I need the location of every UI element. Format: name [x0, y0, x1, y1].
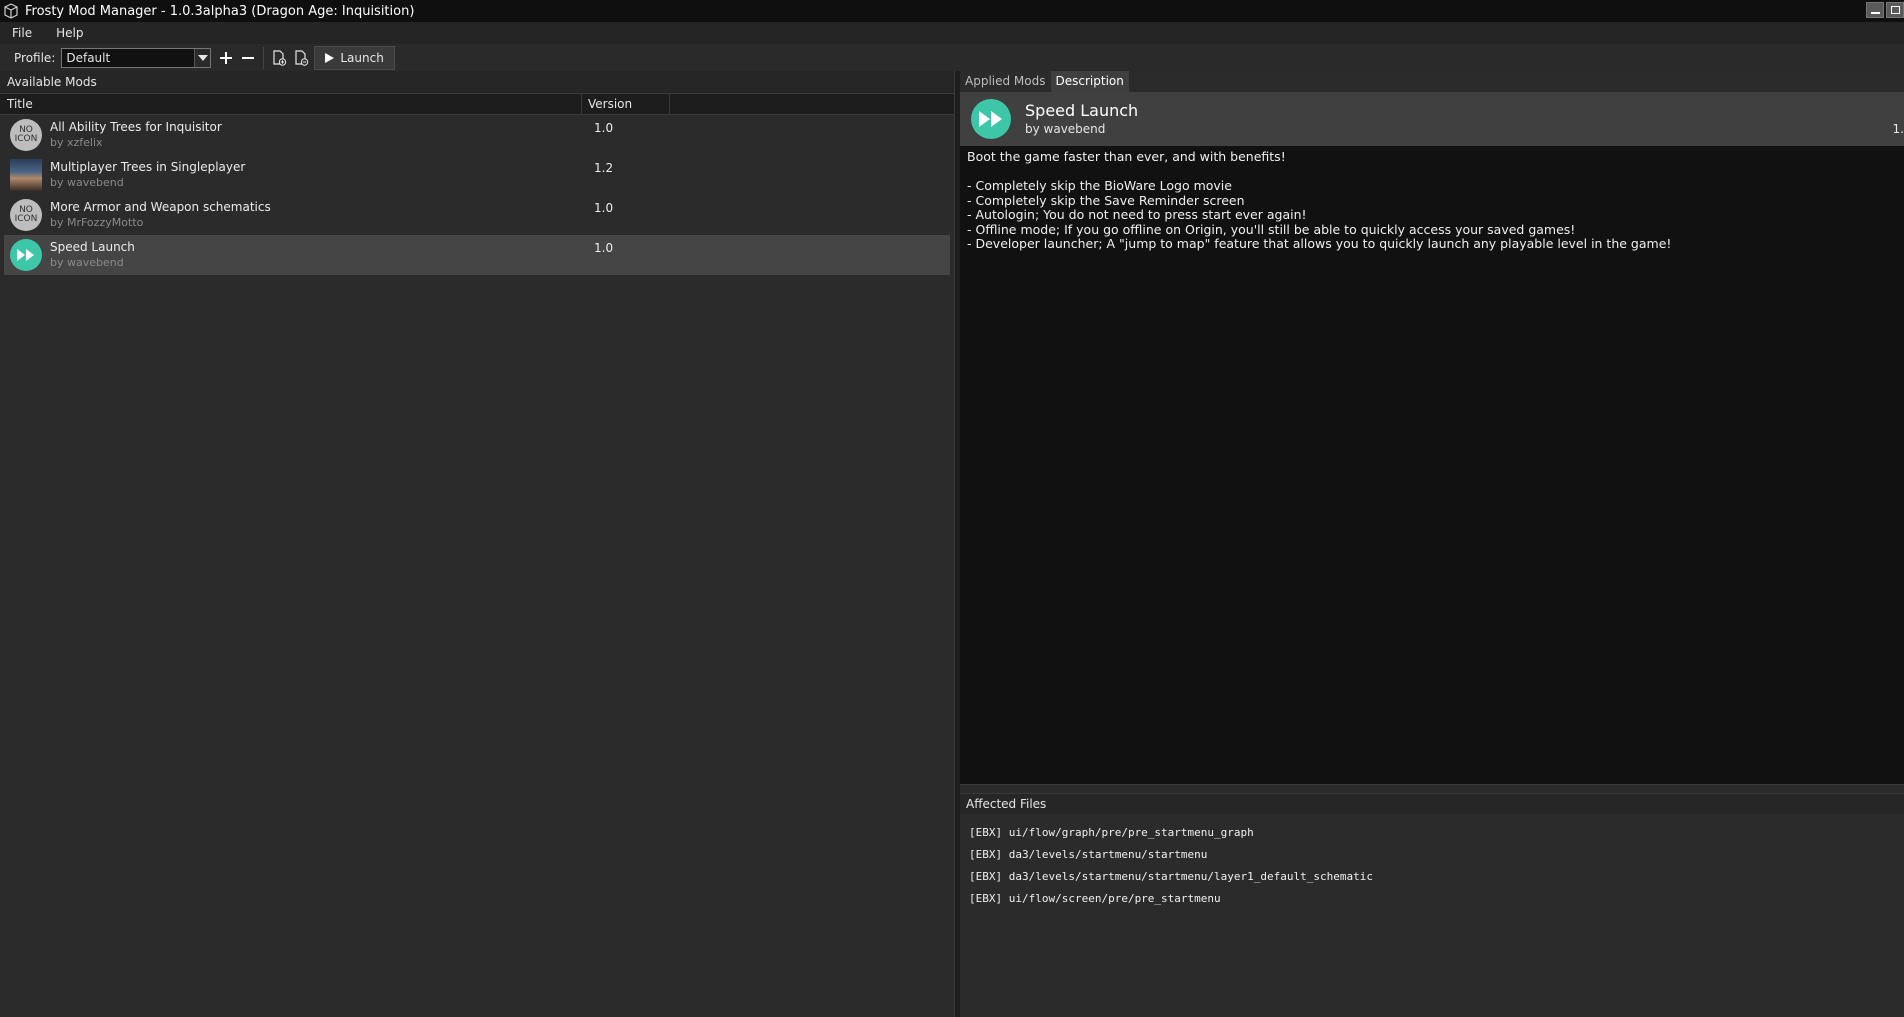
mod-info: Speed Launch by wavebend — [50, 240, 582, 270]
affected-files-header: Affected Files — [960, 793, 1904, 814]
mod-title: All Ability Trees for Inquisitor — [50, 120, 222, 134]
mod-thumbnail-icon — [10, 159, 42, 191]
mod-row[interactable]: NO ICON More Armor and Weapon schematics … — [4, 195, 950, 235]
tab-description[interactable]: Description — [1050, 71, 1129, 92]
mod-version: 1.0 — [594, 201, 614, 215]
available-mods-panel: Available Mods Title Version NO ICON All … — [0, 71, 955, 1017]
plus-icon — [220, 51, 233, 64]
restore-icon — [1890, 6, 1900, 14]
mods-table-header: Title Version — [0, 93, 954, 115]
available-mods-header: Available Mods — [0, 71, 954, 93]
file-add-icon — [273, 49, 287, 66]
description-line: - Completely skip the Save Reminder scre… — [967, 192, 1245, 208]
remove-mod-button[interactable] — [290, 47, 312, 69]
mod-title: More Armor and Weapon schematics — [50, 200, 271, 214]
profile-value: Default — [66, 50, 111, 65]
tab-applied-mods[interactable]: Applied Mods — [960, 71, 1051, 92]
fast-forward-icon — [10, 239, 42, 271]
mod-row[interactable]: Multiplayer Trees in Singleplayer by wav… — [4, 155, 950, 195]
description-line: - Completely skip the BioWare Logo movie — [967, 178, 1232, 193]
mod-author: by wavebend — [50, 256, 124, 269]
window-title: Frosty Mod Manager - 1.0.3alpha3 (Dragon… — [25, 3, 415, 19]
affected-file-item: [EBX] ui/flow/screen/pre/pre_startmenu — [969, 892, 1221, 905]
minimize-icon — [1870, 12, 1880, 14]
minimize-button[interactable] — [1866, 2, 1884, 18]
title-bar: Frosty Mod Manager - 1.0.3alpha3 (Dragon… — [0, 0, 1904, 22]
description-title-block: Speed Launch by wavebend — [1025, 101, 1138, 137]
description-line: - Developer launcher; A "jump to map" fe… — [967, 236, 1672, 251]
launch-label: Launch — [340, 50, 384, 65]
no-icon-placeholder: NO ICON — [10, 119, 42, 151]
fast-forward-icon — [971, 99, 1011, 139]
column-version[interactable]: Version — [582, 94, 670, 114]
file-remove-icon — [295, 49, 309, 66]
affected-files-list: [EBX] ui/flow/graph/pre/pre_startmenu_gr… — [960, 814, 1904, 918]
mod-author: by wavebend — [50, 176, 124, 189]
mod-info: Multiplayer Trees in Singleplayer by wav… — [50, 160, 582, 190]
mods-list: NO ICON All Ability Trees for Inquisitor … — [0, 115, 954, 275]
mod-version: 1.0 — [594, 121, 614, 135]
description-line: - Offline mode; If you go offline on Ori… — [967, 221, 1576, 237]
mod-author: by MrFozzyMotto — [50, 216, 144, 229]
menu-bar: File Help — [0, 22, 1904, 44]
launch-button[interactable]: Launch — [314, 45, 395, 70]
column-title[interactable]: Title — [0, 94, 582, 114]
details-tabs: Applied Mods Description — [960, 71, 1904, 92]
minus-icon — [242, 56, 255, 59]
add-profile-button[interactable] — [215, 47, 237, 69]
mod-version: 1.0 — [594, 241, 614, 255]
profile-dropdown[interactable]: Default — [61, 47, 212, 68]
remove-profile-button[interactable] — [237, 47, 259, 69]
chevron-down-icon — [194, 48, 211, 67]
description-line: Boot the game faster than ever, and with… — [967, 149, 1286, 164]
app-icon — [4, 3, 18, 19]
description-version: 1. — [1892, 122, 1904, 136]
mod-title: Speed Launch — [50, 240, 135, 254]
play-icon — [325, 52, 335, 63]
window-controls — [1866, 2, 1904, 18]
affected-file-item: [EBX] ui/flow/graph/pre/pre_startmenu_gr… — [969, 826, 1254, 839]
maximize-button[interactable] — [1886, 2, 1904, 18]
import-mod-button[interactable] — [268, 47, 290, 69]
description-line: - Autologin; You do not need to press st… — [967, 207, 1307, 222]
description-text: Boot the game faster than ever, and with… — [960, 146, 1904, 785]
profile-label: Profile: — [14, 50, 56, 65]
description-author: by wavebend — [1025, 122, 1106, 136]
menu-file[interactable]: File — [0, 22, 44, 44]
affected-file-item: [EBX] da3/levels/startmenu/startmenu — [969, 848, 1208, 861]
mod-title: Multiplayer Trees in Singleplayer — [50, 160, 246, 174]
mod-info: More Armor and Weapon schematics by MrFo… — [50, 200, 582, 230]
menu-help[interactable]: Help — [44, 22, 95, 44]
mod-version: 1.2 — [594, 161, 614, 175]
toolbar-divider — [263, 46, 265, 69]
affected-file-item: [EBX] da3/levels/startmenu/startmenu/lay… — [969, 870, 1373, 883]
toolbar: Profile: Default Launch — [0, 44, 1904, 71]
description-line — [967, 165, 1897, 180]
mod-row[interactable]: NO ICON All Ability Trees for Inquisitor … — [4, 115, 950, 155]
no-icon-placeholder: NO ICON — [10, 199, 42, 231]
description-header: Speed Launch by wavebend 1. — [960, 92, 1904, 146]
panel-splitter[interactable] — [960, 785, 1904, 793]
description-title: Speed Launch — [1025, 101, 1139, 120]
details-panel: Applied Mods Description Speed Launch by… — [960, 71, 1904, 1017]
mod-info: All Ability Trees for Inquisitor by xzfe… — [50, 120, 582, 150]
mod-row-selected[interactable]: Speed Launch by wavebend 1.0 — [4, 235, 950, 275]
mod-author: by xzfelix — [50, 136, 103, 149]
